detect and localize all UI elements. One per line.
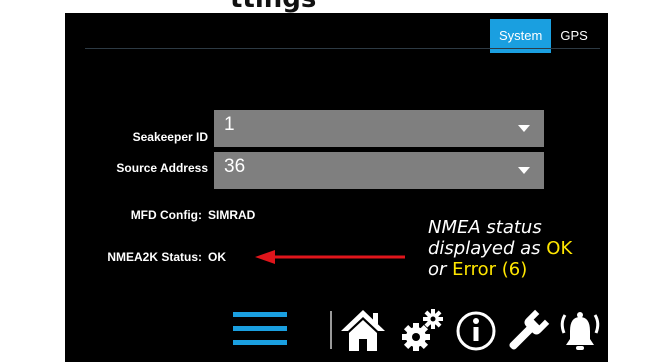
chevron-down-icon [518,125,530,132]
page-header: ttings [0,0,659,13]
mfd-config-label: MFD Config: [130,208,202,222]
device-screen: System GPS Seakeeper ID 1 Source Address… [65,13,608,362]
source-address-label: Source Address [116,161,208,175]
seakeeper-id-select[interactable]: 1 [214,110,544,147]
header-divider [85,48,600,49]
nmea2k-status-value: OK [208,250,226,264]
source-address-value: 36 [224,156,246,177]
info-icon[interactable] [452,305,500,355]
nav-divider [330,311,332,349]
page-title: ttings [230,0,316,13]
source-address-select[interactable]: 36 [214,152,544,189]
bottom-nav-bar [65,303,608,362]
red-arrow-icon [255,250,405,264]
annotation-line-2: displayed as OK [428,238,608,259]
status-annotation: NMEA status displayed as OK or Error (6) [428,217,608,280]
menu-icon[interactable] [233,312,287,346]
chevron-down-icon [518,167,530,174]
mfd-config-value: SIMRAD [208,208,256,222]
home-icon[interactable] [339,305,387,355]
wrench-icon[interactable] [504,305,552,355]
seakeeper-id-value: 1 [224,114,235,135]
seakeeper-id-label: Seakeeper ID [132,130,208,144]
annotation-ok: OK [546,238,573,259]
annotation-or: or [428,259,447,280]
annotation-line-1: NMEA status [428,217,542,238]
settings-gears-icon[interactable] [398,305,446,355]
nmea2k-status-label: NMEA2K Status: [107,250,202,264]
alarm-bell-icon[interactable] [556,305,604,355]
annotation-error: Error (6) [452,259,528,280]
annotation-displayed-as: displayed as [428,238,541,259]
annotation-line-3: or Error (6) [428,259,608,280]
